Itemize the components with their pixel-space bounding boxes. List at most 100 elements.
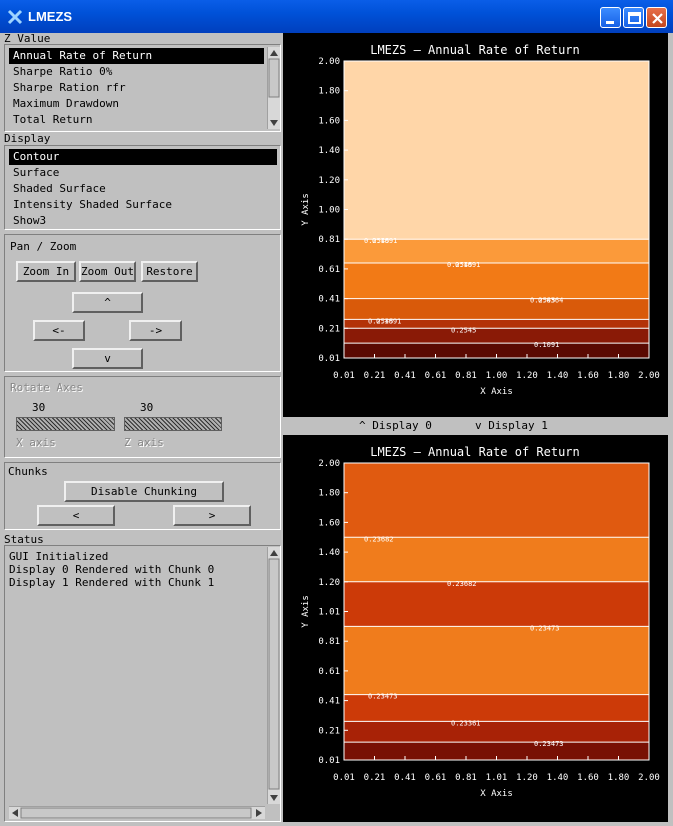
- x-tick-label: 2.00: [638, 773, 660, 783]
- x-tick-label: 1.01: [486, 773, 508, 783]
- contour-band: [344, 581, 649, 627]
- y-tick-label: 0.01: [318, 354, 340, 364]
- x-tick-label: 1.60: [577, 773, 599, 783]
- display-1-link[interactable]: v Display 1: [475, 418, 548, 434]
- restore-button[interactable]: Restore: [141, 261, 198, 282]
- x-tick-label: 0.81: [455, 773, 477, 783]
- y-tick-label: 1.40: [318, 548, 340, 558]
- x-tick-label: 1.00: [486, 371, 508, 381]
- zvalue-scrollbar[interactable]: [267, 47, 280, 129]
- zvalue-list[interactable]: Annual Rate of Return Sharpe Ratio 0% Sh…: [9, 48, 264, 128]
- display-switcher: ^ Display 0 v Display 1: [283, 418, 668, 434]
- title-bar: LMEZS: [0, 0, 673, 33]
- plot-panel-1[interactable]: LMEZS — Annual Rate of Return 0.23682 0.23…: [283, 435, 668, 822]
- z-axis-slider[interactable]: [124, 417, 222, 431]
- display-item[interactable]: Shaded Surface: [9, 181, 277, 197]
- x-tick-label: 1.60: [577, 371, 599, 381]
- chunk-prev-button[interactable]: <: [37, 505, 115, 526]
- y-tick-label: 0.01: [318, 756, 340, 766]
- chunks-panel: Chunks Disable Chunking < >: [4, 462, 281, 530]
- close-icon: [652, 13, 663, 24]
- chunk-next-button[interactable]: >: [173, 505, 251, 526]
- contour-label: 0.23473: [534, 740, 564, 748]
- y-tick-label: 0.81: [318, 235, 340, 245]
- contour-band: [344, 61, 649, 240]
- x-tick-label: 1.20: [516, 371, 538, 381]
- y-axis-label: Y Axis: [301, 595, 311, 628]
- minimize-icon: [606, 21, 614, 24]
- y-tick-label: 0.81: [318, 637, 340, 647]
- z-axis-slider-label: Z axis: [124, 436, 164, 449]
- plot-title: LMEZS — Annual Rate of Return: [370, 43, 580, 57]
- y-tick-label: 1.20: [318, 176, 340, 186]
- x-tick-label: 0.41: [394, 371, 416, 381]
- x-tick-label: 1.20: [516, 773, 538, 783]
- contour-plot-0[interactable]: LMEZS — Annual Rate of Return0.25450.254…: [283, 33, 668, 417]
- zvalue-item[interactable]: Annual Rate of Return: [9, 48, 264, 64]
- close-button[interactable]: [646, 7, 667, 28]
- panzoom-label: Pan / Zoom: [10, 240, 77, 253]
- status-vscrollbar[interactable]: [267, 547, 280, 804]
- window-title: LMEZS: [28, 9, 73, 24]
- x-tick-label: 0.61: [425, 371, 447, 381]
- x-axis-label: X Axis: [480, 387, 513, 397]
- y-tick-label: 0.41: [318, 295, 340, 305]
- pan-right-button[interactable]: ->: [129, 320, 182, 341]
- display-item[interactable]: Contour: [9, 149, 277, 165]
- plot-panel-0[interactable]: LMEZS — Annual Rate of Return 0.2545 0.254…: [283, 33, 668, 417]
- status-line: Display 0 Rendered with Chunk 0: [9, 563, 215, 576]
- status-log[interactable]: GUI Initialized Display 0 Rendered with …: [9, 550, 265, 804]
- contour-label: 0.2545: [451, 326, 476, 334]
- contour-label: 0.23361: [451, 719, 481, 727]
- maximize-icon: [628, 12, 641, 24]
- minimize-button[interactable]: [600, 7, 621, 28]
- contour-band: [344, 537, 649, 582]
- x-tick-label: 1.80: [608, 773, 630, 783]
- display-item[interactable]: Surface: [9, 165, 277, 181]
- x-tick-label: 0.01: [333, 371, 355, 381]
- x-tick-label: 0.21: [364, 773, 386, 783]
- contour-plot-1[interactable]: LMEZS — Annual Rate of Return 0.23682 0.23…: [283, 435, 668, 822]
- x-tick-label: 0.41: [394, 773, 416, 783]
- zvalue-panel: Annual Rate of Return Sharpe Ratio 0% Sh…: [4, 44, 281, 132]
- y-tick-label: 1.40: [318, 146, 340, 156]
- display-item[interactable]: Show3: [9, 213, 277, 229]
- x-tick-label: 1.40: [547, 773, 569, 783]
- y-tick-label: 1.00: [318, 206, 340, 216]
- z-rotate-value: 30: [140, 401, 154, 414]
- contour-label: 0.23473: [530, 624, 560, 632]
- zvalue-item[interactable]: Maximum Drawdown: [9, 96, 264, 112]
- y-axis-label: Y Axis: [301, 193, 311, 226]
- x-axis-slider-label: X axis: [16, 436, 56, 449]
- zoom-out-button[interactable]: Zoom Out: [79, 261, 136, 282]
- pan-left-button[interactable]: <-: [33, 320, 85, 341]
- scroll-arrows-icon: [12, 807, 262, 819]
- disable-chunking-button[interactable]: Disable Chunking: [64, 481, 224, 502]
- pan-down-button[interactable]: v: [72, 348, 143, 369]
- display-item[interactable]: Intensity Shaded Surface: [9, 197, 277, 213]
- x-tick-label: 1.80: [608, 371, 630, 381]
- x-tick-label: 0.81: [455, 371, 477, 381]
- rotate-panel: Rotate Axes 30 30 X axis Z axis: [4, 376, 281, 458]
- zvalue-item[interactable]: Sharpe Ration rfr: [9, 80, 264, 96]
- status-hscrollbar[interactable]: [9, 806, 265, 819]
- x-axis-slider[interactable]: [16, 417, 115, 431]
- contour-label: 0.1091: [376, 317, 401, 325]
- x-tick-label: 0.21: [364, 371, 386, 381]
- contour-label: 0.23682: [364, 535, 394, 543]
- contour-label: 0.0364: [538, 297, 563, 305]
- maximize-button[interactable]: [623, 7, 644, 28]
- display-0-link[interactable]: ^ Display 0: [359, 418, 432, 434]
- plot-title: LMEZS — Annual Rate of Return: [370, 445, 580, 459]
- y-tick-label: 1.01: [318, 608, 340, 618]
- display-list[interactable]: Contour Surface Shaded Surface Intensity…: [9, 149, 277, 229]
- x-rotate-value: 30: [32, 401, 46, 414]
- contour-label: 0.23473: [368, 693, 398, 701]
- zoom-in-button[interactable]: Zoom In: [16, 261, 76, 282]
- zvalue-item[interactable]: Total Return: [9, 112, 264, 128]
- y-tick-label: 1.60: [318, 518, 340, 528]
- zvalue-item[interactable]: Sharpe Ratio 0%: [9, 64, 264, 80]
- y-tick-label: 1.60: [318, 116, 340, 126]
- x-tick-label: 0.01: [333, 773, 355, 783]
- pan-up-button[interactable]: ^: [72, 292, 143, 313]
